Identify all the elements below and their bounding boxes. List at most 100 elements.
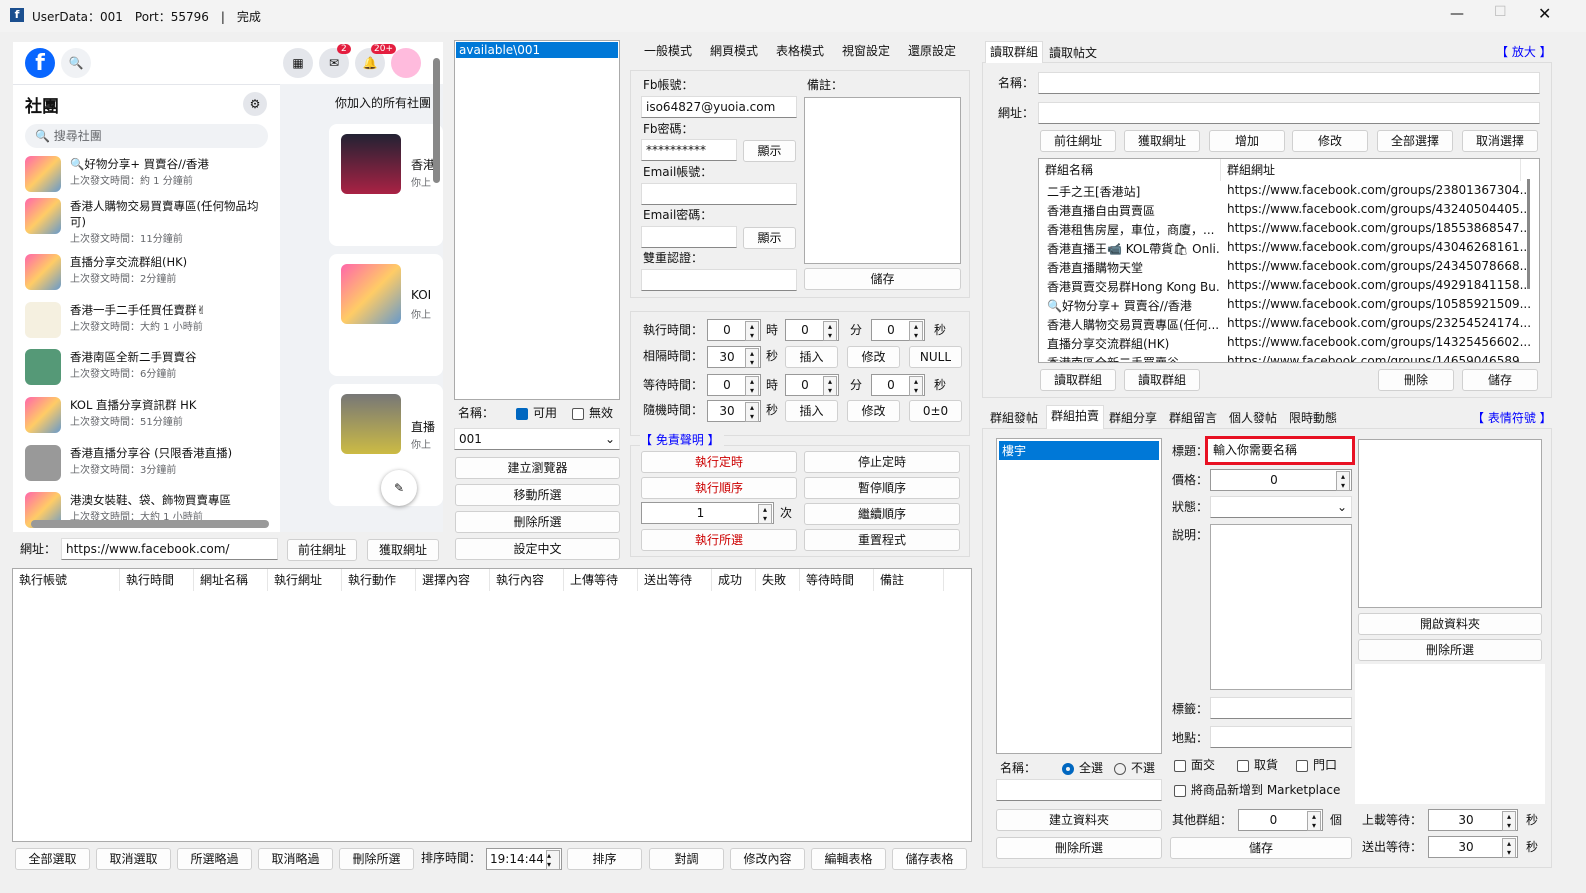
menu-table-mode[interactable]: 表格模式 [772, 41, 828, 61]
bottom-button[interactable]: 取消選取 [96, 848, 171, 870]
exec-second-spinner[interactable]: 0 [871, 319, 925, 341]
browser-view[interactable]: f 🔍 ▦ ✉ 2 🔔 20+ 社團 ⚙ 🔍 搜尋社團 你加入的所有社團 香港你… [13, 42, 443, 532]
group-search-input[interactable]: 🔍 搜尋社團 [25, 124, 268, 148]
profile-combo[interactable]: 001 ⌄ [454, 428, 620, 450]
invalid-checkbox[interactable]: 無效 [572, 403, 613, 423]
profile-item[interactable]: available\001 [456, 42, 618, 58]
profile-list[interactable]: available\001 [454, 40, 620, 400]
bottom-button[interactable]: 刪除所選 [339, 848, 414, 870]
open-folder-button[interactable]: 開啟資料夾 [1358, 613, 1542, 635]
log-column-header[interactable]: 網址名稱 [194, 569, 268, 591]
modify-random-button[interactable]: 修改 [847, 400, 900, 422]
email-input[interactable] [641, 183, 797, 205]
pause-sequence-button[interactable]: 暫停順序 [804, 477, 960, 499]
group-table-scrollbar[interactable] [1527, 179, 1530, 289]
emoji-link[interactable]: 【 表情符號 】 [1472, 408, 1552, 428]
group-table-row[interactable]: 🔍好物分享+ 買賣谷//香港 https://www.facebook.com/g… [1039, 297, 1531, 316]
enabled-checkbox[interactable]: 可用 [516, 403, 557, 423]
log-column-header[interactable]: 執行動作 [342, 569, 416, 591]
insert-random-button[interactable]: 插入 [785, 400, 838, 422]
column-header-group-url[interactable]: 群組網址 [1221, 159, 1521, 181]
log-column-header[interactable]: 選擇內容 [416, 569, 490, 591]
group-bottom-button[interactable]: 讀取群組 [1124, 369, 1200, 391]
post-tab[interactable]: 個人發帖 [1225, 408, 1281, 428]
note-textarea[interactable] [804, 97, 961, 264]
get-url-button[interactable]: 獲取網址 [367, 539, 439, 561]
compose-icon[interactable]: ✎ [381, 470, 417, 506]
fb-logo[interactable]: f [25, 48, 55, 78]
delete-image-button[interactable]: 刪除所選 [1358, 639, 1542, 661]
menu-restore-settings[interactable]: 還原設定 [904, 41, 960, 61]
gear-icon[interactable]: ⚙ [243, 92, 267, 116]
wait-minute-spinner[interactable]: 0 [785, 374, 839, 396]
modify-interval-button[interactable]: 修改 [847, 346, 900, 368]
bottom-button[interactable]: 取消略過 [258, 848, 333, 870]
move-selected-button[interactable]: 移動所選 [455, 484, 620, 506]
log-column-header[interactable]: 備註 [874, 569, 944, 591]
category-item[interactable]: 樓宇 [999, 441, 1159, 460]
bottom-button[interactable]: 儲存表格 [892, 848, 967, 870]
run-selected-button[interactable]: 執行所選 [641, 529, 797, 551]
menu-grid-icon[interactable]: ▦ [283, 48, 313, 78]
close-button[interactable]: ✕ [1538, 4, 1551, 23]
twofa-input[interactable] [641, 269, 797, 291]
log-column-header[interactable]: 執行帳號 [13, 569, 120, 591]
group-bottom-button[interactable]: 讀取群組 [1040, 369, 1116, 391]
log-column-header[interactable]: 等待時間 [800, 569, 874, 591]
description-textarea[interactable] [1210, 524, 1352, 690]
group-url-input[interactable] [1038, 102, 1540, 124]
group-list-item[interactable]: 🔍好物分享+ 買賣谷//香港 上次發文時間：約 1 分鐘前 [25, 156, 265, 192]
delete-category-button[interactable]: 刪除所選 [996, 837, 1162, 859]
log-table[interactable]: 執行帳號 執行時間 網址名稱 執行網址 執行動作 選擇內容 執行內容 上傳等待 送出等待 成功 失敗… [12, 568, 972, 842]
group-card[interactable]: KOI 你上 [329, 254, 443, 376]
group-table-row[interactable]: 香港直播王📹 KOL帶貨🛍 Onli... https://www.faceboo… [1039, 240, 1531, 259]
log-column-header[interactable]: 上傳等待 [564, 569, 638, 591]
price-spinner[interactable]: 0 [1210, 469, 1352, 491]
category-list[interactable]: 樓宇 [996, 438, 1162, 754]
location-input[interactable] [1210, 726, 1352, 748]
fb-password-input[interactable]: ********** [641, 139, 737, 161]
status-select[interactable]: ⌄ [1210, 496, 1352, 518]
group-action-button[interactable]: 取消選擇 [1462, 130, 1538, 152]
minimize-button[interactable]: — [1450, 6, 1464, 22]
go-url-button[interactable]: 前往網址 [287, 539, 357, 561]
bottom-button[interactable]: 編輯表格 [811, 848, 886, 870]
create-folder-button[interactable]: 建立資料夾 [996, 809, 1162, 831]
set-chinese-button[interactable]: 設定中文 [455, 538, 620, 560]
url-input[interactable]: https://www.facebook.com/ [61, 538, 278, 560]
menu-general-mode[interactable]: 一般模式 [640, 41, 696, 61]
email-password-input[interactable] [641, 226, 737, 248]
group-action-button[interactable]: 前往網址 [1040, 130, 1116, 152]
null-button[interactable]: NULL [909, 346, 962, 368]
delete-selected-button[interactable]: 刪除所選 [455, 511, 620, 533]
group-action-button[interactable]: 全部選擇 [1377, 130, 1453, 152]
group-name-input[interactable] [1038, 72, 1540, 94]
group-table-row[interactable]: 香港買賣交易群Hong Kong Bu... https://www.facebo… [1039, 278, 1531, 297]
group-table-row[interactable]: 香港人購物交易買賣專區(任何... https://www.facebook.co… [1039, 316, 1531, 335]
wait-hour-spinner[interactable]: 0 [707, 374, 761, 396]
bottom-button[interactable]: 排序 [567, 848, 642, 870]
menu-window-settings[interactable]: 視窗設定 [838, 41, 894, 61]
group-table-row[interactable]: 直播分享交流群組(HK) https://www.facebook.com/gro… [1039, 335, 1531, 354]
save-post-button[interactable]: 儲存 [1170, 837, 1352, 859]
pickup-checkbox[interactable]: 取貨 [1237, 755, 1278, 775]
marketplace-checkbox[interactable]: 將商品新增到 Marketplace [1174, 780, 1340, 800]
horizontal-scrollbar[interactable] [31, 520, 269, 528]
door-checkbox[interactable]: 門口 [1296, 755, 1337, 775]
random-spinner[interactable]: 30 [707, 400, 761, 422]
reset-program-button[interactable]: 重置程式 [804, 529, 960, 551]
post-tab[interactable]: 群組拍賣 [1046, 405, 1105, 429]
post-tab[interactable]: 群組發帖 [986, 408, 1042, 428]
log-column-header[interactable]: 成功 [712, 569, 756, 591]
meet-checkbox[interactable]: 面交 [1174, 755, 1215, 775]
tag-input[interactable] [1210, 697, 1352, 719]
bottom-button[interactable]: 修改內容 [730, 848, 805, 870]
menu-web-mode[interactable]: 網頁模式 [706, 41, 762, 61]
disclaimer-link[interactable]: 【 免責聲明 】 [640, 430, 724, 450]
interval-spinner[interactable]: 30 [707, 346, 761, 368]
show-fb-password-button[interactable]: 顯示 [743, 140, 796, 162]
group-table-row[interactable]: 香港直播自由買賣區 https://www.facebook.com/groups… [1039, 202, 1531, 221]
other-groups-spinner[interactable]: 0 [1238, 809, 1323, 831]
select-all-radio[interactable]: 全選 [1062, 758, 1103, 778]
sort-time-spinner[interactable]: 19:14:44 [486, 848, 562, 870]
